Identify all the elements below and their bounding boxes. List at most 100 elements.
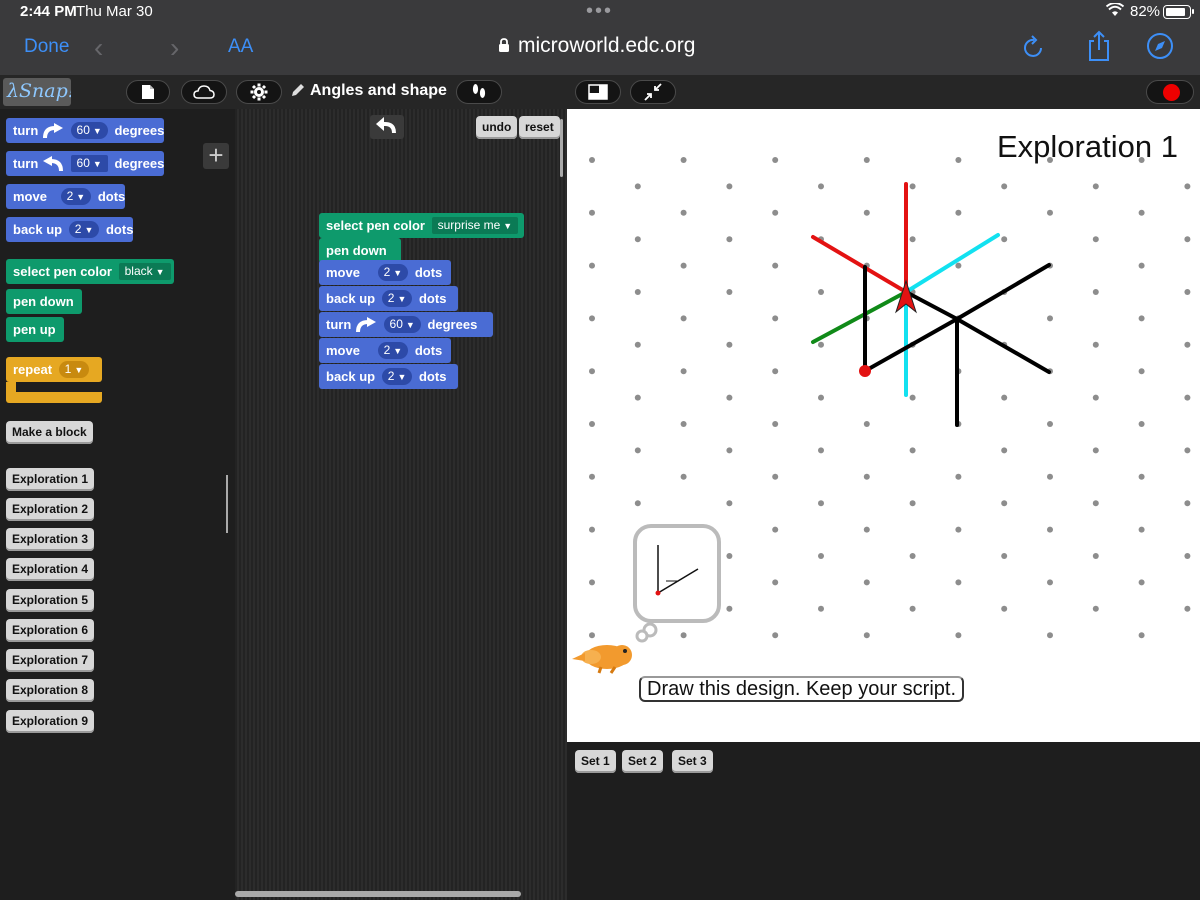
repeat-count-input[interactable]: 1 ▼ <box>58 361 90 379</box>
grid-dot <box>1001 236 1008 243</box>
exploration-4-button[interactable]: Exploration 4 <box>6 558 95 581</box>
multitasking-dots-icon[interactable]: ••• <box>586 0 613 23</box>
script-move-block-1[interactable]: move 2 ▼ dots <box>319 260 451 285</box>
file-menu-button[interactable] <box>126 80 170 104</box>
grid-dot <box>909 236 916 243</box>
grid-dot <box>863 526 870 533</box>
exploration-8-button[interactable]: Exploration 8 <box>6 679 95 702</box>
script-back-up-1-input[interactable]: 2 ▼ <box>381 290 413 308</box>
battery-icon <box>1163 5 1194 19</box>
grid-dot <box>818 500 824 507</box>
script-horizontal-scrollbar[interactable] <box>235 891 521 897</box>
settings-button[interactable] <box>236 80 282 104</box>
grid-dot <box>1047 315 1053 322</box>
turn-right-block[interactable]: turn 60 ▼ degrees <box>6 118 165 143</box>
add-block-button[interactable]: + <box>203 142 229 169</box>
pen-down-block[interactable]: pen down <box>6 289 82 314</box>
thought-bubble <box>633 524 721 643</box>
set-2-button[interactable]: Set 2 <box>622 750 663 773</box>
script-move-2-input[interactable]: 2 ▼ <box>377 342 409 360</box>
grid-dot <box>909 500 916 507</box>
back-up-dots-input[interactable]: 2 ▼ <box>68 221 100 239</box>
reset-button[interactable]: reset <box>519 116 560 139</box>
project-title[interactable]: Angles and shape <box>310 82 470 100</box>
grid-dot <box>680 157 687 163</box>
script-move-block-2[interactable]: move 2 ▼ dots <box>319 338 451 363</box>
turn-left-degrees-input[interactable]: 60 ▼ <box>70 155 108 173</box>
compass-icon[interactable] <box>1146 32 1174 65</box>
forward-icon[interactable]: › <box>170 32 179 64</box>
grid-dot <box>1092 605 1099 612</box>
block-palette: turn 60 ▼ degrees turn 60 ▼ degrees move 2… <box>0 109 235 900</box>
grid-dot <box>634 183 641 190</box>
script-move-1-input[interactable]: 2 ▼ <box>377 264 409 282</box>
grid-dot <box>955 157 962 163</box>
grid-dot <box>589 368 595 375</box>
script-turn-degrees-input[interactable]: 60 ▼ <box>383 316 421 334</box>
dropdown-arrow-icon: ▼ <box>393 346 403 357</box>
move-block[interactable]: move 2 ▼ dots <box>6 184 126 209</box>
undo-button[interactable]: undo <box>476 116 518 139</box>
grid-dot <box>1184 500 1191 507</box>
script-pen-color-dropdown[interactable]: surprise me ▼ <box>431 217 519 235</box>
script-back-up-block-1[interactable]: back up 2 ▼ dots <box>319 286 458 311</box>
grid-dot <box>634 341 641 348</box>
exploration-1-button[interactable]: Exploration 1 <box>6 468 95 491</box>
exploration-7-button[interactable]: Exploration 7 <box>6 649 95 672</box>
exploration-5-button[interactable]: Exploration 5 <box>6 589 95 612</box>
snap-logo[interactable]: λSnap! <box>3 78 71 106</box>
grid-dot <box>589 262 595 269</box>
script-back-up-block-2[interactable]: back up 2 ▼ dots <box>319 364 458 389</box>
exploration-2-button[interactable]: Exploration 2 <box>6 498 95 521</box>
back-icon[interactable]: ‹ <box>94 32 103 64</box>
make-a-block-button[interactable]: Make a block <box>6 421 93 444</box>
set-1-button[interactable]: Set 1 <box>575 750 616 773</box>
back-up-block[interactable]: back up 2 ▼ dots <box>6 217 134 242</box>
snap-toolbar: λSnap! Angles and shape <box>0 75 1200 109</box>
wifi-icon <box>1105 2 1125 21</box>
stage-size-button[interactable] <box>575 80 621 104</box>
grid-dot <box>634 394 641 401</box>
sprite-icon[interactable] <box>572 645 632 674</box>
exploration-6-button[interactable]: Exploration 6 <box>6 619 95 642</box>
script-select-pen-color-block[interactable]: select pen color surprise me ▼ <box>319 213 524 238</box>
reload-icon[interactable] <box>1022 34 1046 65</box>
turn-right-degrees-input[interactable]: 60 ▼ <box>70 122 108 140</box>
stop-button[interactable] <box>1146 80 1194 104</box>
stage[interactable]: Exploration 1 Draw this design. Keep you… <box>567 109 1200 742</box>
exploration-3-button[interactable]: Exploration 3 <box>6 528 95 551</box>
grid-dot <box>1092 236 1099 243</box>
script-turn-block[interactable]: turn 60 ▼ degrees <box>319 312 493 337</box>
pane-resize-handle[interactable] <box>226 475 230 533</box>
grid-dot <box>1184 236 1191 243</box>
address-bar[interactable]: microworld.edc.org <box>498 34 695 58</box>
steps-button[interactable] <box>456 80 502 104</box>
set-3-button[interactable]: Set 3 <box>672 750 713 773</box>
select-pen-color-block[interactable]: select pen color black ▼ <box>6 259 174 284</box>
dropdown-arrow-icon: ▼ <box>155 267 165 278</box>
done-button[interactable]: Done <box>24 36 69 58</box>
exploration-9-button[interactable]: Exploration 9 <box>6 710 95 733</box>
undo-arrow-icon <box>376 117 396 134</box>
share-icon[interactable] <box>1086 30 1112 67</box>
grid-dot <box>1184 341 1191 348</box>
move-dots-input[interactable]: 2 ▼ <box>60 188 92 206</box>
grid-dot <box>726 289 733 295</box>
browser-toolbar: Done ‹ › AA microworld.edc.org <box>0 24 1200 75</box>
script-back-up-2-input[interactable]: 2 ▼ <box>381 368 413 386</box>
pen-up-block[interactable]: pen up <box>6 317 64 342</box>
normal-stage-icon <box>588 84 608 100</box>
presentation-mode-button[interactable] <box>630 80 676 104</box>
script-vertical-scrollbar[interactable] <box>560 119 563 177</box>
cloud-menu-button[interactable] <box>181 80 227 104</box>
grid-dot <box>680 315 687 322</box>
grid-dot <box>955 526 962 533</box>
grid-dot <box>680 209 687 216</box>
script-area[interactable]: undo reset select pen color surprise me ▼… <box>235 109 567 900</box>
grid-dot <box>1138 526 1145 533</box>
text-size-button[interactable]: AA <box>228 36 253 58</box>
repeat-block[interactable]: repeat 1 ▼ <box>6 357 102 405</box>
pen-color-dropdown[interactable]: black ▼ <box>118 263 171 281</box>
undo-drop-button[interactable] <box>370 115 404 139</box>
turn-left-block[interactable]: turn 60 ▼ degrees <box>6 151 165 176</box>
